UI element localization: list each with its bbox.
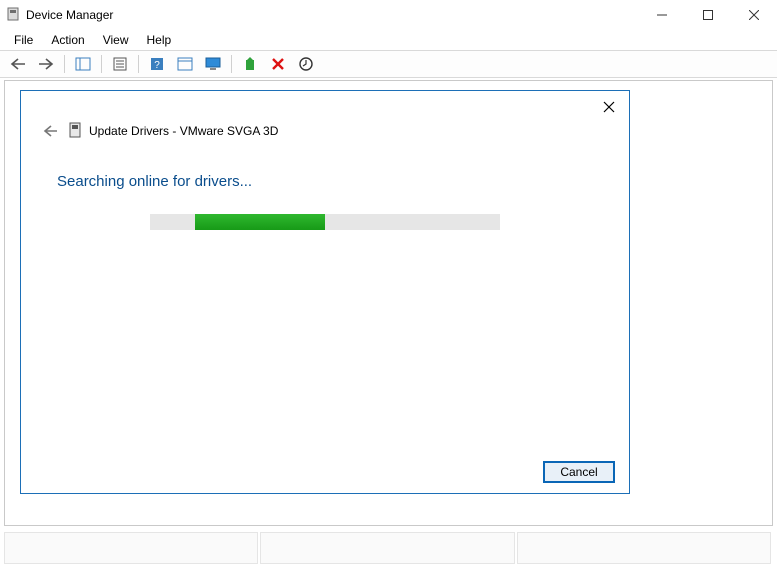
- help-icon[interactable]: ?: [145, 52, 169, 76]
- titlebar-left: Device Manager: [6, 7, 113, 24]
- window-controls: [639, 0, 777, 30]
- statusbar: [4, 532, 773, 564]
- menu-view[interactable]: View: [95, 31, 137, 49]
- dialog-back-button[interactable]: [39, 121, 59, 141]
- uninstall-icon[interactable]: [266, 52, 290, 76]
- menu-file[interactable]: File: [6, 31, 41, 49]
- svg-text:?: ?: [154, 60, 160, 71]
- progress-bar-fill: [195, 214, 325, 230]
- forward-arrow-icon[interactable]: [34, 52, 58, 76]
- device-manager-window: Device Manager File Action View Help ?: [0, 0, 777, 568]
- menubar: File Action View Help: [0, 30, 777, 50]
- toolbar-separator: [64, 55, 65, 73]
- menu-help[interactable]: Help: [139, 31, 180, 49]
- dialog-footer: Cancel: [543, 461, 615, 483]
- dialog-title-row: Update Drivers - VMware SVGA 3D: [69, 122, 278, 141]
- properties-icon[interactable]: [108, 52, 132, 76]
- statusbar-pane: [260, 532, 514, 564]
- scan-hardware-changes-icon[interactable]: [294, 52, 318, 76]
- show-hide-tree-icon[interactable]: [71, 52, 95, 76]
- dialog-close-button[interactable]: [599, 97, 619, 117]
- toolbar-separator: [231, 55, 232, 73]
- dialog-title: Update Drivers - VMware SVGA 3D: [89, 124, 278, 138]
- menu-action[interactable]: Action: [43, 31, 92, 49]
- cancel-button[interactable]: Cancel: [543, 461, 615, 483]
- minimize-button[interactable]: [639, 0, 685, 30]
- toolbar-separator: [101, 55, 102, 73]
- app-icon: [6, 7, 20, 24]
- titlebar: Device Manager: [0, 0, 777, 30]
- toolbar-separator: [138, 55, 139, 73]
- statusbar-pane: [4, 532, 258, 564]
- action-list-icon[interactable]: [173, 52, 197, 76]
- add-legacy-hardware-icon[interactable]: [238, 52, 262, 76]
- monitor-icon[interactable]: [201, 52, 225, 76]
- dialog-header: Update Drivers - VMware SVGA 3D: [21, 91, 629, 141]
- toolbar: ?: [0, 50, 777, 78]
- device-icon: [69, 122, 81, 141]
- progress-bar: [150, 214, 500, 230]
- maximize-button[interactable]: [685, 0, 731, 30]
- window-title: Device Manager: [26, 8, 113, 22]
- close-button[interactable]: [731, 0, 777, 30]
- back-arrow-icon[interactable]: [6, 52, 30, 76]
- update-drivers-dialog: Update Drivers - VMware SVGA 3D Searchin…: [20, 90, 630, 494]
- statusbar-pane: [517, 532, 771, 564]
- dialog-status-text: Searching online for drivers...: [57, 173, 629, 190]
